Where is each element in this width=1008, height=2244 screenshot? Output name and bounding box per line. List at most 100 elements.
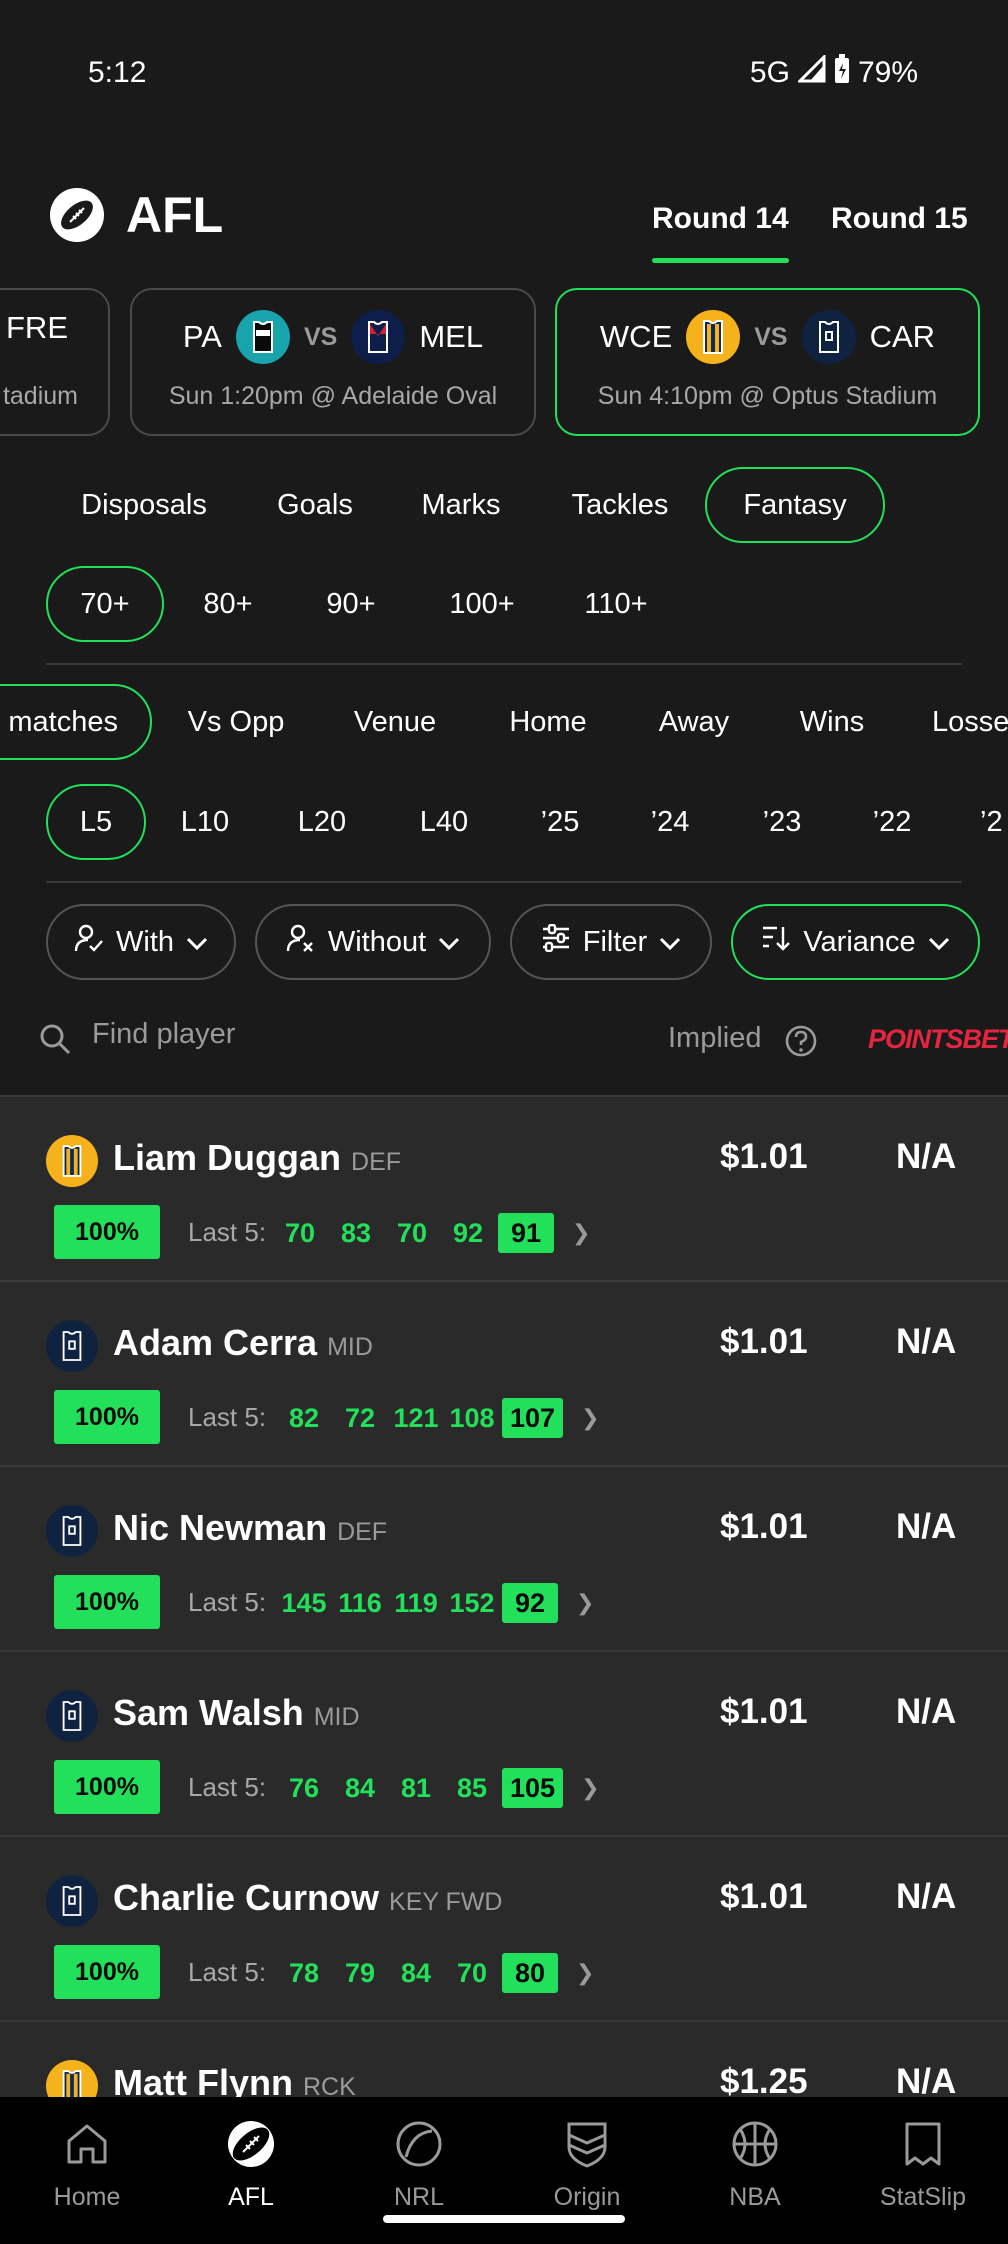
tab-tackles[interactable]: Tackles (550, 467, 690, 543)
last5-label: Last 5: (188, 1587, 267, 1617)
network-label: 5G (749, 56, 790, 89)
bookie-odds[interactable]: N/A (896, 1877, 956, 1917)
period-2022[interactable]: ’22 (852, 784, 932, 860)
tab-round-14[interactable]: Round 14 (652, 202, 789, 263)
split-losses[interactable]: Losse (908, 684, 1008, 760)
odds-value[interactable]: $1.01 (720, 1692, 808, 1732)
variance-label: Variance (803, 925, 916, 958)
player-row[interactable]: Adam Cerra MID $1.01 N/A 100% Last 5: 82 … (0, 1280, 1008, 1465)
tab-marks[interactable]: Marks (400, 467, 522, 543)
player-name: Matt Flynn (113, 2062, 293, 2097)
threshold-90[interactable]: 90+ (303, 566, 399, 642)
threshold-110[interactable]: 110+ (560, 566, 672, 642)
home-icon (17, 2115, 157, 2173)
split-wins[interactable]: Wins (782, 684, 882, 760)
period-2024[interactable]: ’24 (630, 784, 710, 860)
odds-value[interactable]: $1.01 (720, 1877, 808, 1917)
page-title: AFL (126, 187, 224, 243)
player-name: Nic Newman (113, 1507, 328, 1548)
away-team: MEL (419, 319, 484, 354)
match-teams: FRE (0, 310, 108, 346)
chevron-right-icon: ❯ (572, 1220, 591, 1245)
player-row[interactable]: Charlie Curnow KEY FWD $1.01 N/A 100% Las… (0, 1835, 1008, 2020)
period-l20[interactable]: L20 (282, 784, 362, 860)
find-player-input[interactable] (92, 1018, 592, 1051)
period-l40[interactable]: L40 (404, 784, 484, 860)
pointsbet-logo: POINTSBET (868, 1024, 1008, 1054)
nav-label: Origin (553, 2183, 621, 2211)
help-icon[interactable] (784, 1024, 818, 1063)
last5-values: 78 79 84 70 80 ❯ (276, 1953, 594, 1993)
odds-value[interactable]: $1.01 (720, 1137, 808, 1177)
split-tabs: matches Vs Opp Venue Home Away Wins Loss… (0, 684, 1008, 760)
match-venue: tadium (2, 382, 78, 410)
threshold-70[interactable]: 70+ (46, 566, 164, 642)
bookie-odds[interactable]: N/A (896, 1692, 956, 1732)
period-l5[interactable]: L5 (46, 784, 146, 860)
nav-nrl[interactable]: NRL (349, 2115, 489, 2212)
match-card-fre[interactable]: FRE tadium (0, 288, 110, 436)
game-score: 70 (396, 1217, 428, 1248)
bookie-odds[interactable]: N/A (896, 1322, 956, 1362)
home-indicator[interactable] (383, 2215, 625, 2223)
bookie-odds[interactable]: N/A (896, 1137, 956, 1177)
threshold-100[interactable]: 100+ (426, 566, 538, 642)
nav-statslip[interactable]: StatSlip (853, 2115, 993, 2212)
tab-disposals[interactable]: Disposals (60, 467, 228, 543)
match-card-wce-car[interactable]: WCE VS CAR Sun 4:10pm @ Optus Stadium (555, 288, 980, 436)
tab-goals[interactable]: Goals (252, 467, 378, 543)
split-vs-opp[interactable]: Vs Opp (172, 684, 300, 760)
with-player-button[interactable]: With (46, 904, 236, 980)
nav-home[interactable]: Home (17, 2115, 157, 2212)
period-2023[interactable]: ’23 (742, 784, 822, 860)
period-2025[interactable]: ’25 (520, 784, 600, 860)
player-row[interactable]: Liam Duggan DEF $1.01 N/A 100% Last 5: 70… (0, 1095, 1008, 1280)
variance-sort-button[interactable]: Variance (731, 904, 980, 980)
match-card-pa-mel[interactable]: PA VS MEL Sun 1:20pm @ Adelaide Oval (130, 288, 536, 436)
bookie-odds[interactable]: N/A (896, 2062, 956, 2097)
bookie-odds[interactable]: N/A (896, 1507, 956, 1547)
period-2021[interactable]: ’2 (960, 784, 1008, 860)
split-away[interactable]: Away (636, 684, 752, 760)
filter-button[interactable]: Filter (510, 904, 712, 980)
battery-icon (834, 54, 850, 92)
hit-rate-badge: 100% (54, 1760, 160, 1814)
without-player-button[interactable]: Without (255, 904, 491, 980)
app-header: AFL Round 14 Round 15 (0, 150, 1008, 270)
period-l10[interactable]: L10 (165, 784, 245, 860)
threshold-80[interactable]: 80+ (180, 566, 276, 642)
home-team: FRE (6, 310, 68, 345)
home-team: WCE (599, 319, 673, 354)
split-all-matches[interactable]: matches (0, 684, 152, 760)
wce-guernsey-icon (686, 310, 741, 364)
player-name-wrap: Nic Newman DEF (113, 1507, 387, 1549)
latest-score-badge: 107 (502, 1398, 564, 1438)
chevron-right-icon: ❯ (576, 1590, 595, 1615)
player-row[interactable]: Matt Flynn RCK $1.25 N/A (0, 2020, 1008, 2097)
match-teams: WCE VS CAR (557, 310, 978, 364)
pa-guernsey-icon (235, 310, 290, 364)
player-name: Adam Cerra (113, 1322, 318, 1363)
split-venue[interactable]: Venue (330, 684, 460, 760)
nav-label: Home (53, 2183, 121, 2211)
odds-value[interactable]: $1.01 (720, 1507, 808, 1547)
nav-nba[interactable]: NBA (685, 2115, 825, 2212)
odds-value[interactable]: $1.25 (720, 2062, 808, 2097)
tab-fantasy[interactable]: Fantasy (705, 467, 885, 543)
odds-value[interactable]: $1.01 (720, 1322, 808, 1362)
nav-origin[interactable]: Origin (517, 2115, 657, 2212)
last5-label: Last 5: (188, 1957, 267, 1987)
split-home[interactable]: Home (490, 684, 606, 760)
divider (46, 663, 962, 665)
nav-label: AFL (228, 2183, 274, 2211)
car-guernsey-icon (801, 310, 856, 364)
user-x-icon (286, 923, 316, 961)
away-team: CAR (869, 319, 936, 354)
nav-afl[interactable]: AFL (181, 2115, 321, 2212)
player-row[interactable]: Nic Newman DEF $1.01 N/A 100% Last 5: 145… (0, 1465, 1008, 1650)
divider (46, 881, 962, 883)
game-score: 70 (284, 1217, 316, 1248)
tab-round-15[interactable]: Round 15 (831, 202, 968, 236)
player-row[interactable]: Sam Walsh MID $1.01 N/A 100% Last 5: 76 8… (0, 1650, 1008, 1835)
nrl-ball-icon (349, 2115, 489, 2173)
